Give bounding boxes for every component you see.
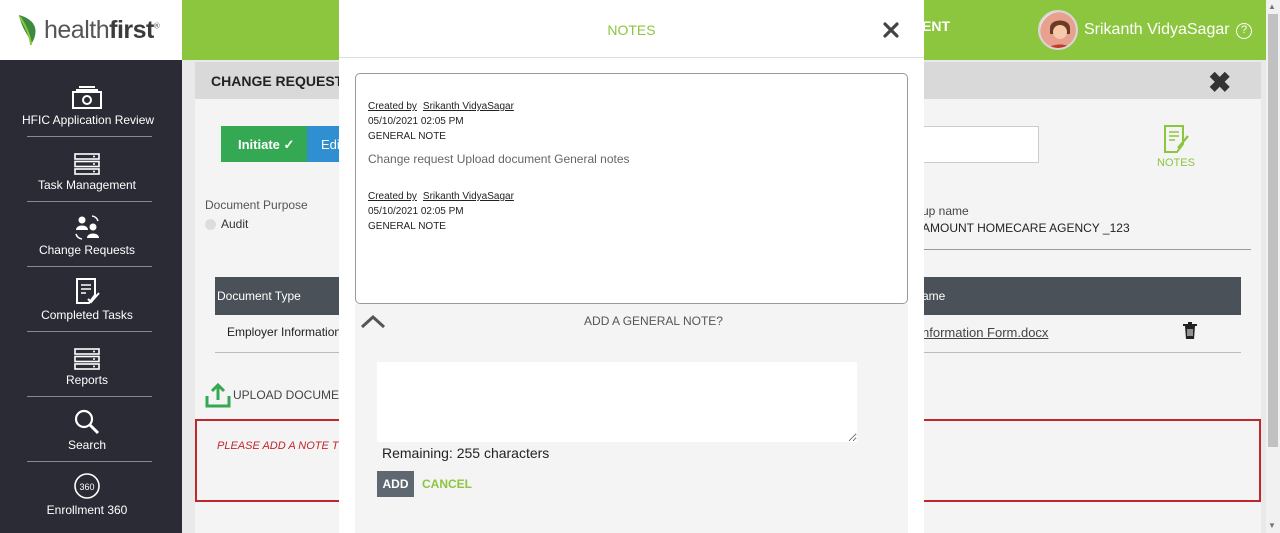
sidebar-item-label: Enrollment 360 [46, 503, 128, 517]
page-close-icon[interactable]: ✖ [1208, 66, 1231, 99]
trash-icon [1183, 322, 1197, 339]
note-item: Created by Srikanth VidyaSagar 05/10/2021… [368, 99, 630, 167]
logo-prefix: health [44, 15, 110, 44]
note-type: GENERAL NOTE [368, 131, 446, 142]
server-rack-icon [74, 348, 100, 370]
radio-circle [205, 219, 216, 231]
created-by-label: Created by [368, 191, 417, 202]
sidebar-item-label: Change Requests [38, 243, 136, 257]
note-author: Srikanth VidyaSagar [422, 101, 514, 112]
remaining-characters: Remaining: 255 characters [382, 445, 550, 461]
table-header-document-type: Document Type [217, 289, 301, 303]
sidebar-item-label: Task Management [37, 178, 137, 192]
people-exchange-icon [75, 215, 99, 240]
note-body: Change request Upload document General n… [368, 152, 630, 166]
notes-modal: NOTES Created by Srikanth VidyaSagar 05/1… [339, 0, 924, 533]
sidebar-item-label: Search [67, 438, 107, 452]
add-note-title: ADD A GENERAL NOTE? [584, 314, 723, 328]
add-button[interactable]: ADD [377, 471, 414, 497]
help-icon[interactable]: ? [1236, 23, 1252, 39]
created-by-label: Created by [368, 101, 417, 112]
page-title: CHANGE REQUEST ( [211, 73, 352, 89]
sidebar-item-change-requests[interactable]: Change Requests [22, 196, 152, 261]
sidebar-item-hfic-application-review[interactable]: HFIC Application Review [22, 66, 155, 131]
warning-text: PLEASE ADD A NOTE TO [217, 440, 347, 452]
modal-title: NOTES [607, 22, 656, 38]
modal-header: NOTES [339, 0, 924, 58]
table-header-name: ame [922, 289, 946, 303]
step-label: Edi [321, 137, 340, 152]
logo-suffix: first [109, 15, 154, 44]
magnifier-icon [74, 409, 100, 435]
upload-icon [205, 382, 231, 408]
notes-button[interactable]: NOTES [1152, 124, 1200, 169]
group-name-value: AMOUNT HOMECARE AGENCY _123 [922, 221, 1130, 235]
delete-button[interactable] [1182, 322, 1198, 345]
scrollbar-thumb[interactable] [1268, 14, 1278, 447]
check-icon: ✓ [283, 137, 295, 152]
user-name: Srikanth VidyaSagar [1084, 21, 1230, 38]
sidebar-item-label: HFIC Application Review [22, 113, 155, 127]
money-stack-icon [72, 86, 102, 109]
checked-document-icon [76, 278, 100, 304]
avatar [1038, 10, 1078, 50]
cancel-button[interactable]: CANCEL [422, 477, 472, 491]
sidebar-item-label: Completed Tasks [41, 308, 133, 322]
360-icon-text: 360 [79, 482, 94, 492]
close-icon [883, 22, 899, 38]
header-nav-item[interactable]: ENT [922, 18, 950, 34]
divider [922, 249, 1251, 250]
upload-label: UPLOAD DOCUMENT [233, 388, 356, 402]
note-author: Srikanth VidyaSagar [422, 191, 514, 202]
logo-text: healthfirst® [44, 15, 160, 45]
logo-mark: ® [153, 21, 160, 31]
note-datetime: 05/10/2021 02:05 PM [368, 116, 464, 127]
table-cell-document-type: Employer Information [227, 325, 342, 339]
sidebar-item-search[interactable]: Search [22, 391, 152, 456]
sidebar-item-enrollment-360[interactable]: 360 Enrollment 360 [22, 456, 152, 521]
sidebar-item-reports[interactable]: Reports [22, 326, 152, 391]
360-icon: 360 [74, 473, 100, 499]
step-initiate[interactable]: Initiate ✓ [221, 126, 307, 162]
note-type: GENERAL NOTE [368, 221, 446, 232]
add-note-panel: ADD A GENERAL NOTE? Remaining: 255 chara… [355, 304, 908, 533]
document-purpose-label: Document Purpose [205, 198, 308, 212]
notes-list[interactable]: Created by Srikanth VidyaSagar 05/10/2021… [355, 73, 908, 304]
notes-icon [1164, 125, 1189, 153]
page-input-field[interactable] [922, 126, 1039, 163]
sidebar-item-completed-tasks[interactable]: Completed Tasks [22, 261, 152, 326]
modal-close-button[interactable] [881, 18, 903, 40]
leaf-logo-icon [19, 15, 36, 46]
note-item: Created by Srikanth VidyaSagar 05/10/2021… [368, 189, 520, 234]
scroll-down-icon[interactable]: ▼ [1268, 521, 1276, 530]
server-rack-icon [74, 153, 100, 175]
notes-label: NOTES [1157, 157, 1195, 169]
step-label: Initiate [238, 137, 280, 152]
sidebar-item-task-management[interactable]: Task Management [22, 131, 152, 196]
note-datetime: 05/10/2021 02:05 PM [368, 206, 464, 217]
note-textarea[interactable] [377, 362, 857, 442]
radio-label: Audit [221, 217, 249, 231]
user-menu[interactable]: Srikanth VidyaSagar [1038, 10, 1230, 50]
radio-audit[interactable]: Audit [205, 217, 248, 231]
sidebar-item-label: Reports [65, 373, 109, 387]
group-name-label: up name [922, 204, 969, 218]
upload-document-button[interactable]: UPLOAD DOCUMENT [205, 382, 355, 408]
scroll-up-icon[interactable]: ▲ [1268, 2, 1276, 11]
logo[interactable]: healthfirst® [0, 0, 182, 60]
